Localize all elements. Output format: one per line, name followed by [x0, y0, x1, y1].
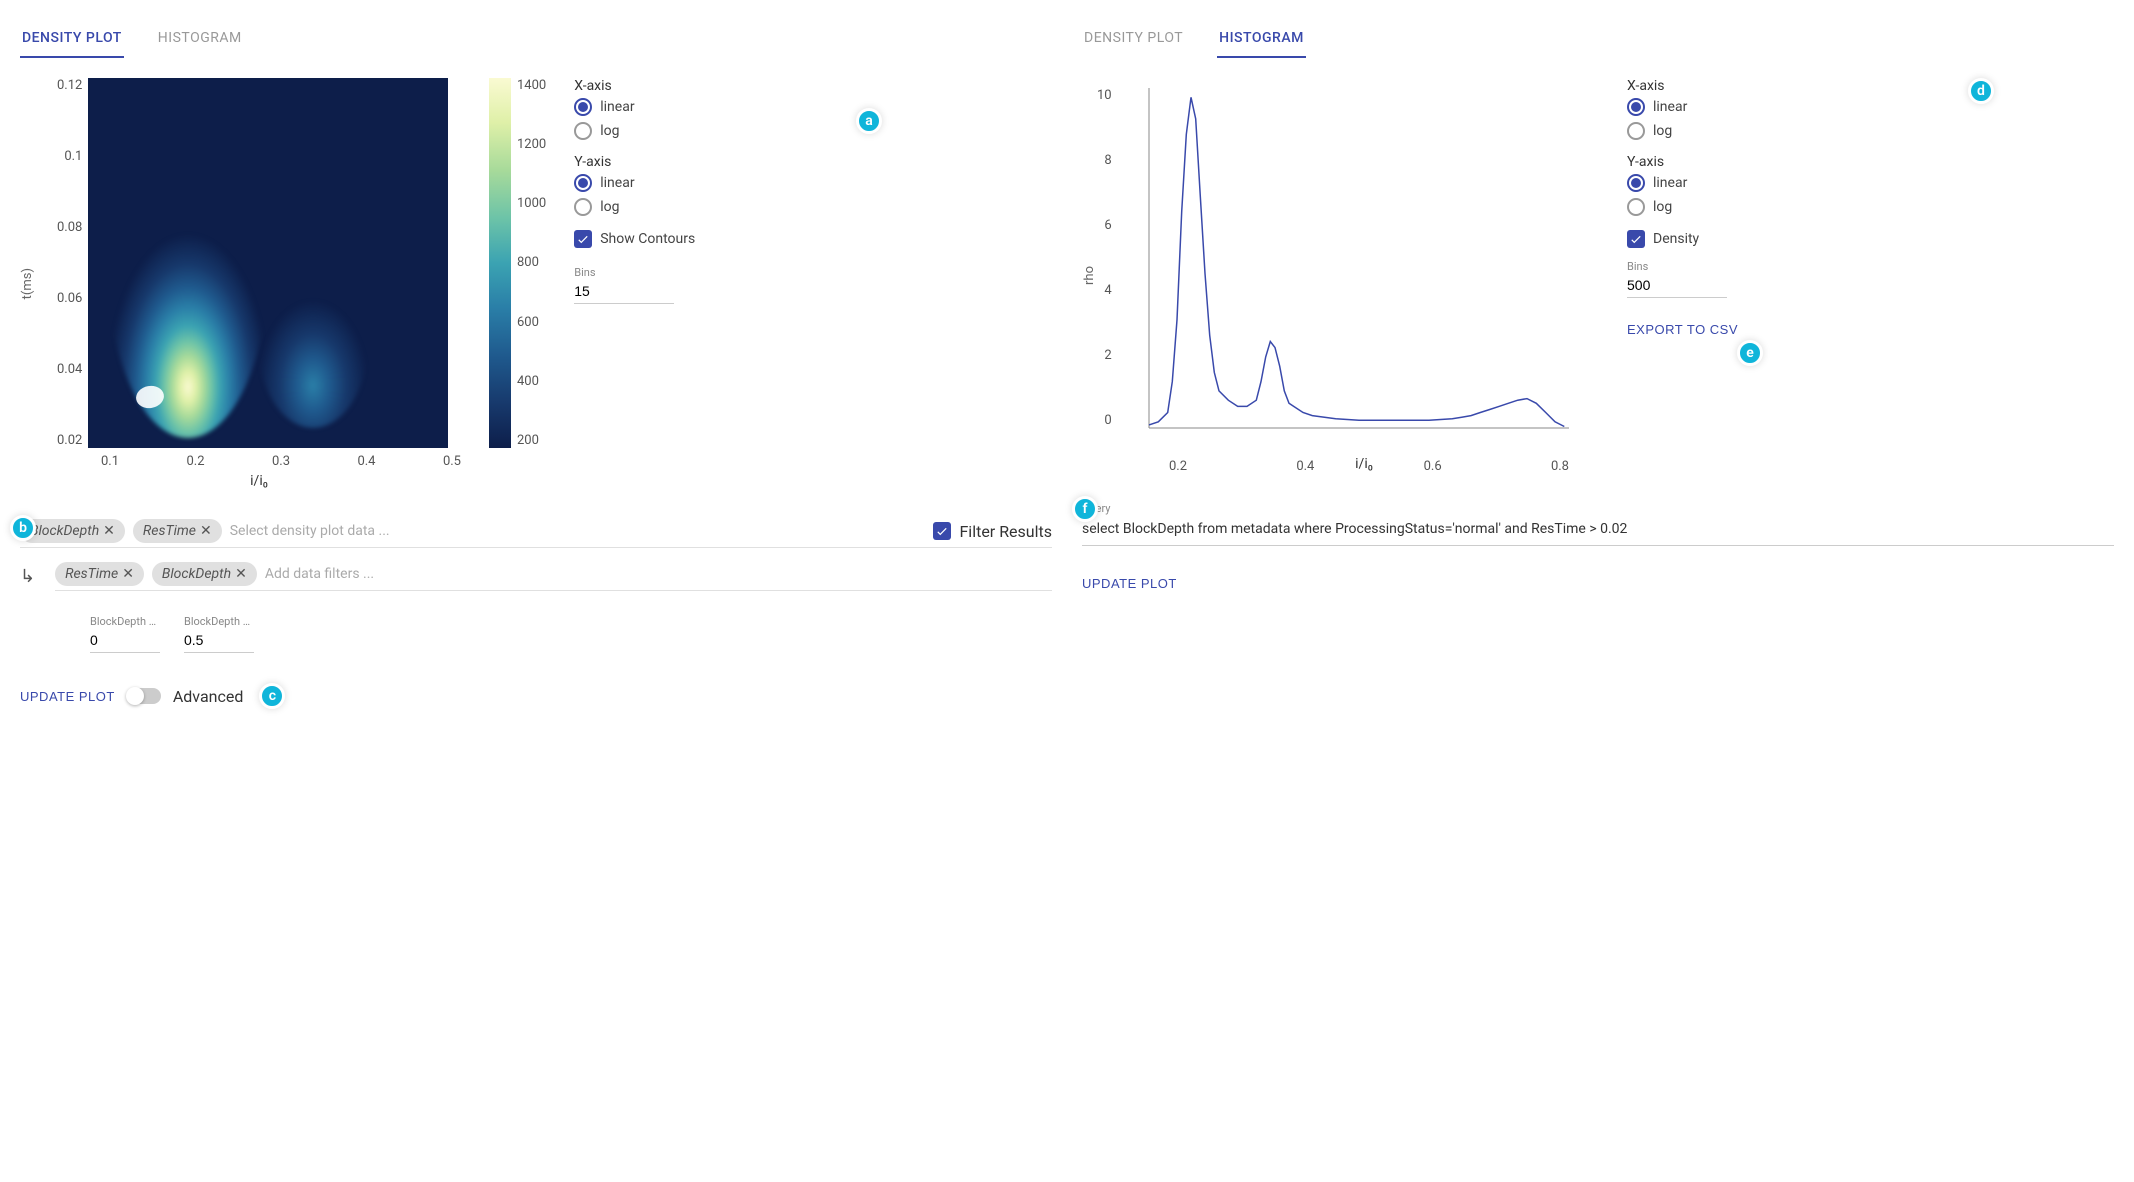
data-filter-row[interactable]: ResTime✕ BlockDepth✕ Add data filters ..… — [55, 562, 1052, 591]
yaxis-label: Y-axis — [574, 154, 695, 170]
close-icon[interactable]: ✕ — [200, 523, 212, 539]
range2-label: BlockDepth … — [184, 615, 254, 628]
callout-a: a — [856, 108, 882, 134]
yaxis-log-radio[interactable]: log — [574, 198, 695, 216]
query-input[interactable]: select BlockDepth from metadata where Pr… — [1082, 515, 2114, 546]
hist-bins-label: Bins — [1627, 260, 1738, 273]
callout-e: e — [1737, 340, 1763, 366]
advanced-label: Advanced — [173, 687, 244, 706]
chip-blockdepth-2[interactable]: BlockDepth✕ — [152, 562, 257, 586]
density-colorbar: 1400 1200 1000 800 600 400 200 — [479, 78, 546, 448]
histogram-svg — [1119, 78, 1579, 448]
update-row-left: UPDATE PLOT Advanced c — [20, 683, 1052, 709]
hist-xaxis-log-radio[interactable]: log — [1627, 122, 1738, 140]
close-icon[interactable]: ✕ — [103, 523, 115, 539]
bins-input[interactable] — [574, 279, 674, 304]
density-checkbox[interactable]: Density — [1627, 230, 1738, 248]
callout-d: d — [1968, 78, 1994, 104]
range1-label: BlockDepth … — [90, 615, 160, 628]
hist-xaxis-label: X-axis — [1627, 78, 1738, 94]
hist-controls: X-axis linear log Y-axis linear log Dens… — [1627, 78, 1738, 337]
chip-restime-2[interactable]: ResTime✕ — [55, 562, 144, 586]
export-csv-button[interactable]: EXPORT TO CSV — [1627, 322, 1738, 337]
histogram-chart[interactable]: 10 8 6 4 2 0 0.2 0.4 0.6 0.8 — [1119, 78, 1579, 472]
density-plot-area[interactable] — [88, 78, 448, 448]
density-xlabel: i/i₀ — [57, 473, 461, 489]
callout-f: f — [1072, 496, 1098, 522]
tab-histogram[interactable]: HISTOGRAM — [156, 20, 244, 58]
xaxis-log-radio[interactable]: log — [574, 122, 695, 140]
hist-bins-input[interactable] — [1627, 273, 1727, 298]
update-plot-button[interactable]: UPDATE PLOT — [20, 689, 115, 704]
tab-density-plot[interactable]: DENSITY PLOT — [20, 20, 124, 58]
callout-c: c — [259, 683, 285, 709]
density-yticks: 0.12 0.1 0.08 0.06 0.04 0.02 — [57, 78, 88, 448]
chip-blockdepth[interactable]: BlockDepth✕ — [20, 519, 125, 543]
hist-ylabel: rho — [1082, 266, 1097, 285]
xaxis-label: X-axis — [574, 78, 695, 94]
bins-label: Bins — [574, 266, 695, 279]
update-plot-button-right[interactable]: UPDATE PLOT — [1082, 576, 1177, 591]
left-panel: DENSITY PLOT HISTOGRAM a t(ms) 0.12 0.1 … — [20, 20, 1052, 709]
close-icon[interactable]: ✕ — [122, 566, 134, 582]
subarrow-icon: ↳ — [20, 566, 35, 587]
hist-xaxis-linear-radio[interactable]: linear — [1627, 98, 1738, 116]
callout-b: b — [10, 515, 36, 541]
hist-yaxis-label: Y-axis — [1627, 154, 1738, 170]
data-filter-placeholder: Add data filters ... — [265, 566, 1052, 582]
tab-histogram-right[interactable]: HISTOGRAM — [1217, 20, 1306, 58]
range-max-input[interactable] — [184, 628, 254, 653]
right-panel: DENSITY PLOT HISTOGRAM d rho 10 8 6 4 2 … — [1082, 20, 2114, 709]
hist-xticks: 0.2 0.4 0.6 0.8 — [1169, 459, 1569, 474]
tab-density-plot-right[interactable]: DENSITY PLOT — [1082, 20, 1185, 58]
right-tabs: DENSITY PLOT HISTOGRAM — [1082, 20, 2114, 58]
hist-yticks: 10 8 6 4 2 0 — [1097, 88, 1118, 428]
chip-restime[interactable]: ResTime✕ — [133, 519, 222, 543]
xaxis-linear-radio[interactable]: linear — [574, 98, 695, 116]
density-xticks: 0.1 0.2 0.3 0.4 0.5 — [101, 454, 461, 469]
data-select-row[interactable]: BlockDepth✕ ResTime✕ Select density plot… — [20, 519, 1052, 548]
hist-yaxis-linear-radio[interactable]: linear — [1627, 174, 1738, 192]
show-contours-checkbox[interactable]: Show Contours — [574, 230, 695, 248]
filter-results-checkbox[interactable]: Filter Results — [933, 522, 1052, 541]
histogram-chart-row: d rho 10 8 6 4 2 0 0.2 0.4 — [1082, 78, 2114, 472]
yaxis-linear-radio[interactable]: linear — [574, 174, 695, 192]
range-min-input[interactable] — [90, 628, 160, 653]
advanced-toggle[interactable] — [127, 688, 161, 704]
close-icon[interactable]: ✕ — [235, 566, 247, 582]
density-ylabel: t(ms) — [20, 268, 35, 299]
update-row-right: UPDATE PLOT — [1082, 576, 2114, 591]
density-filters: b BlockDepth✕ ResTime✕ Select density pl… — [20, 519, 1052, 653]
left-tabs: DENSITY PLOT HISTOGRAM — [20, 20, 1052, 58]
density-controls: X-axis linear log Y-axis linear log Show… — [574, 78, 695, 318]
data-select-placeholder: Select density plot data ... — [230, 523, 926, 539]
hist-yaxis-log-radio[interactable]: log — [1627, 198, 1738, 216]
density-chart: 0.12 0.1 0.08 0.06 0.04 0.02 — [57, 78, 461, 489]
density-chart-row: a t(ms) 0.12 0.1 0.08 0.06 0.04 0.02 — [20, 78, 1052, 489]
query-block: f Query select BlockDepth from metadata … — [1082, 502, 2114, 546]
query-label: Query — [1082, 502, 2114, 515]
